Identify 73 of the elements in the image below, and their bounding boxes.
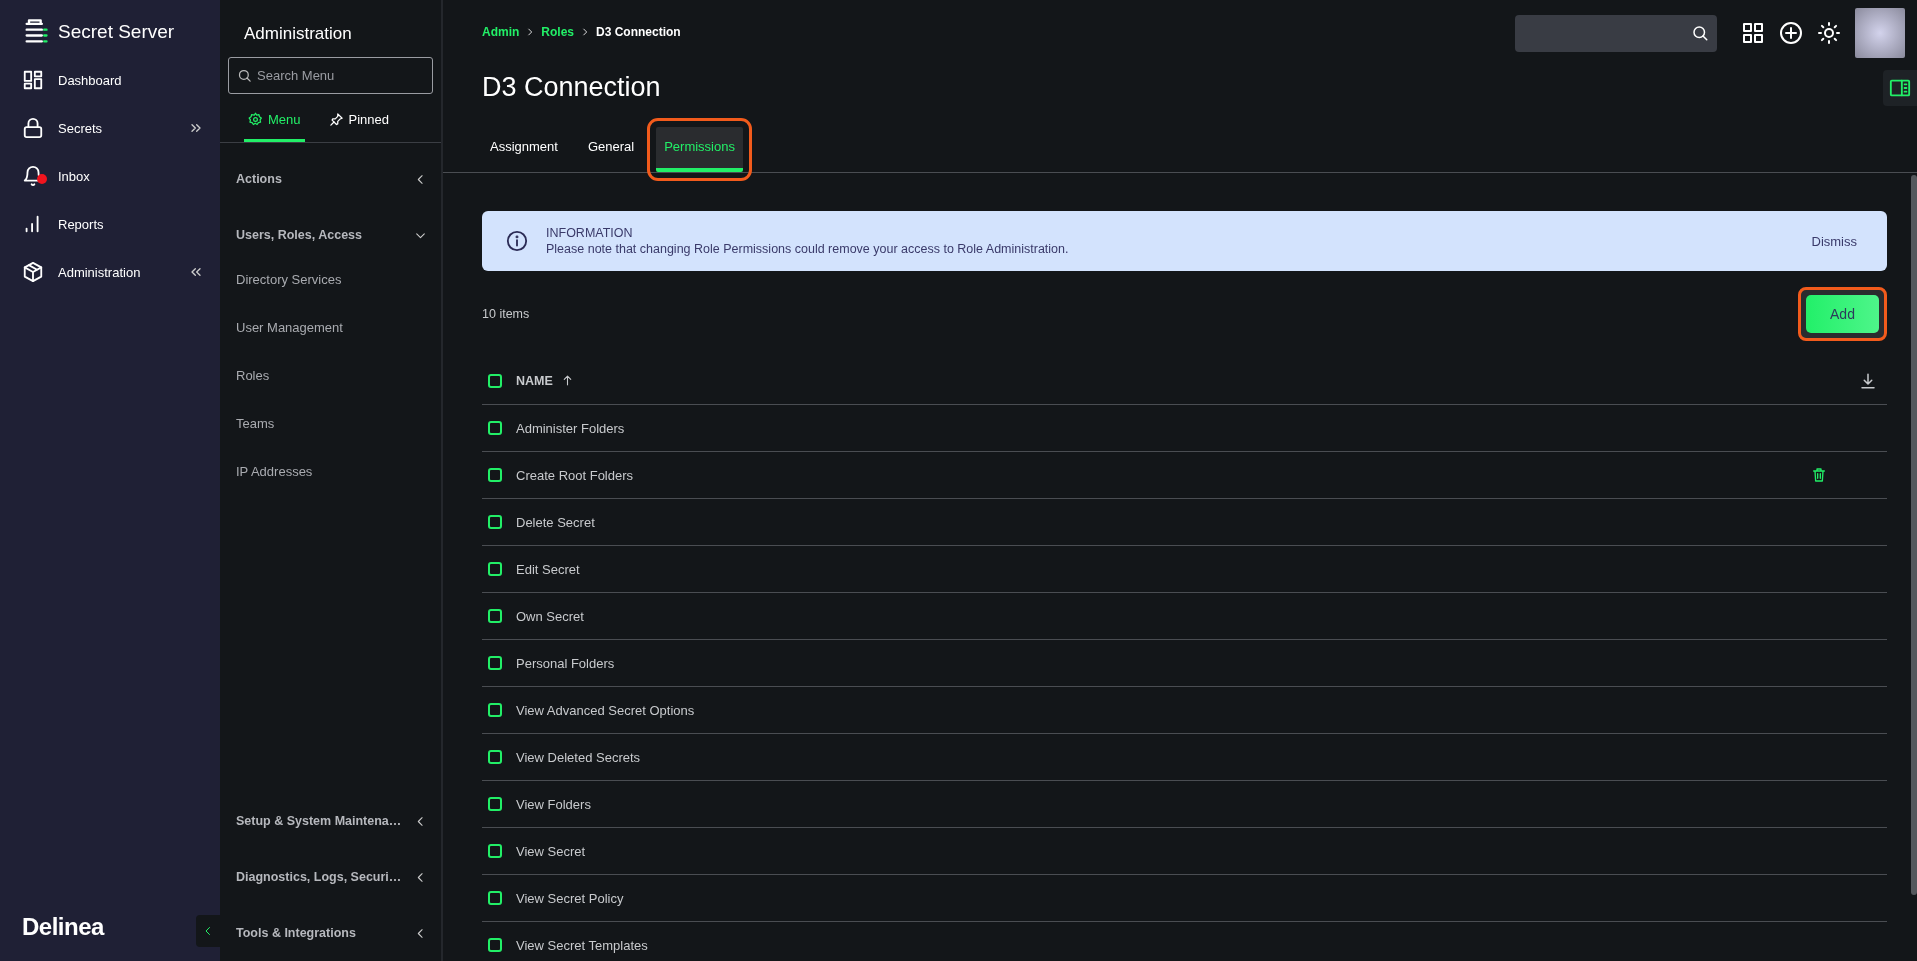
info-icon <box>506 230 528 252</box>
table-cell-text: Edit Secret <box>516 561 581 577</box>
row-checkbox[interactable] <box>488 891 502 905</box>
menu-title: Administration <box>243 24 353 44</box>
search-field[interactable] <box>1515 14 1717 52</box>
row-checkbox[interactable] <box>488 750 502 764</box>
row-checkbox[interactable] <box>488 562 502 576</box>
nav-item[interactable]: Dashboard <box>22 56 220 104</box>
row-checkbox[interactable] <box>488 797 502 811</box>
banner-message: Please note that changing Role Permissions could remove your access to Role Administration. <box>546 242 1070 256</box>
sun-icon <box>1817 21 1841 45</box>
banner-title: INFORMATION <box>546 226 634 240</box>
row-checkbox[interactable] <box>488 703 502 717</box>
row-checkbox[interactable] <box>488 421 502 435</box>
nav-item[interactable]: Administration <box>22 248 220 296</box>
table-cell-text: View Folders <box>516 796 592 812</box>
column-header[interactable]: NAME <box>516 373 553 388</box>
breadcrumb-link[interactable]: Roles <box>541 25 575 39</box>
search-field[interactable]: Search Menu <box>228 57 433 94</box>
table-cell-text: View Secret <box>516 843 587 859</box>
row-checkbox[interactable] <box>488 515 502 529</box>
table-cell-text: Administer Folders <box>516 420 626 436</box>
page-title: D3 Connection <box>482 72 661 103</box>
gear-icon <box>248 112 263 127</box>
menu-item[interactable]: Roles <box>220 351 441 399</box>
select-all-checkbox[interactable] <box>488 373 502 388</box>
search-icon <box>237 68 252 83</box>
dashboard-icon <box>22 69 44 91</box>
row-checkbox[interactable] <box>488 468 502 482</box>
table-cell-text: View Advanced Secret Options <box>516 702 696 718</box>
grid-icon <box>1741 21 1765 45</box>
table-cell-text: Create Root Folders <box>516 467 635 483</box>
pin-icon <box>328 112 344 127</box>
download-icon <box>1859 371 1877 390</box>
cube-icon <box>22 261 44 283</box>
add-icon <box>1779 21 1803 45</box>
row-checkbox[interactable] <box>488 938 502 952</box>
nav-item[interactable]: Inbox <box>22 152 220 200</box>
search-icon <box>1691 24 1709 42</box>
menu-tab[interactable]: Menu <box>244 104 305 142</box>
panel-toggle-button[interactable] <box>1883 70 1917 106</box>
row-checkbox[interactable] <box>488 844 502 858</box>
menu-item[interactable]: IP Addresses <box>220 447 441 495</box>
breadcrumb-link[interactable]: Admin <box>482 25 520 39</box>
row-checkbox[interactable] <box>488 656 502 670</box>
side-panel-icon <box>1889 77 1911 99</box>
menu-section[interactable]: Diagnostics, Logs, Securi… <box>220 849 441 905</box>
app-title: Secret Server <box>58 21 175 43</box>
table-cell-text: Delete Secret <box>516 514 596 530</box>
table-cell-text: Personal Folders <box>516 655 616 671</box>
row-checkbox[interactable] <box>488 609 502 623</box>
brand-logo: Delinea <box>22 913 104 941</box>
lock-icon <box>22 117 44 139</box>
table-cell-text: View Deleted Secrets <box>516 749 642 765</box>
table-cell-text: View Secret Policy <box>516 890 625 906</box>
menu-item[interactable]: Teams <box>220 399 441 447</box>
menu-tab[interactable]: Pinned <box>324 104 393 142</box>
tab[interactable]: General <box>579 127 643 172</box>
menu-section[interactable]: Actions <box>220 151 441 207</box>
table-cell-text: View Secret Templates <box>516 937 649 953</box>
scrollbar[interactable] <box>1911 175 1917 895</box>
table-cell-text: Own Secret <box>516 608 585 624</box>
nav-item[interactable]: Secrets <box>22 104 220 152</box>
menu-section[interactable]: Tools & Integrations <box>220 905 441 961</box>
breadcrumb-current: D3 Connection <box>596 25 681 39</box>
menu-section[interactable]: Setup & System Maintena… <box>220 793 441 849</box>
dismiss-button[interactable]: Dismiss <box>1805 232 1863 250</box>
item-count: 10 items <box>482 307 530 321</box>
tab[interactable]: Assignment <box>482 127 566 172</box>
menu-item[interactable]: User Management <box>220 303 441 351</box>
trash-icon[interactable] <box>1811 467 1827 483</box>
nav-item[interactable]: Reports <box>22 200 220 248</box>
add-button[interactable]: Add <box>1806 295 1879 333</box>
